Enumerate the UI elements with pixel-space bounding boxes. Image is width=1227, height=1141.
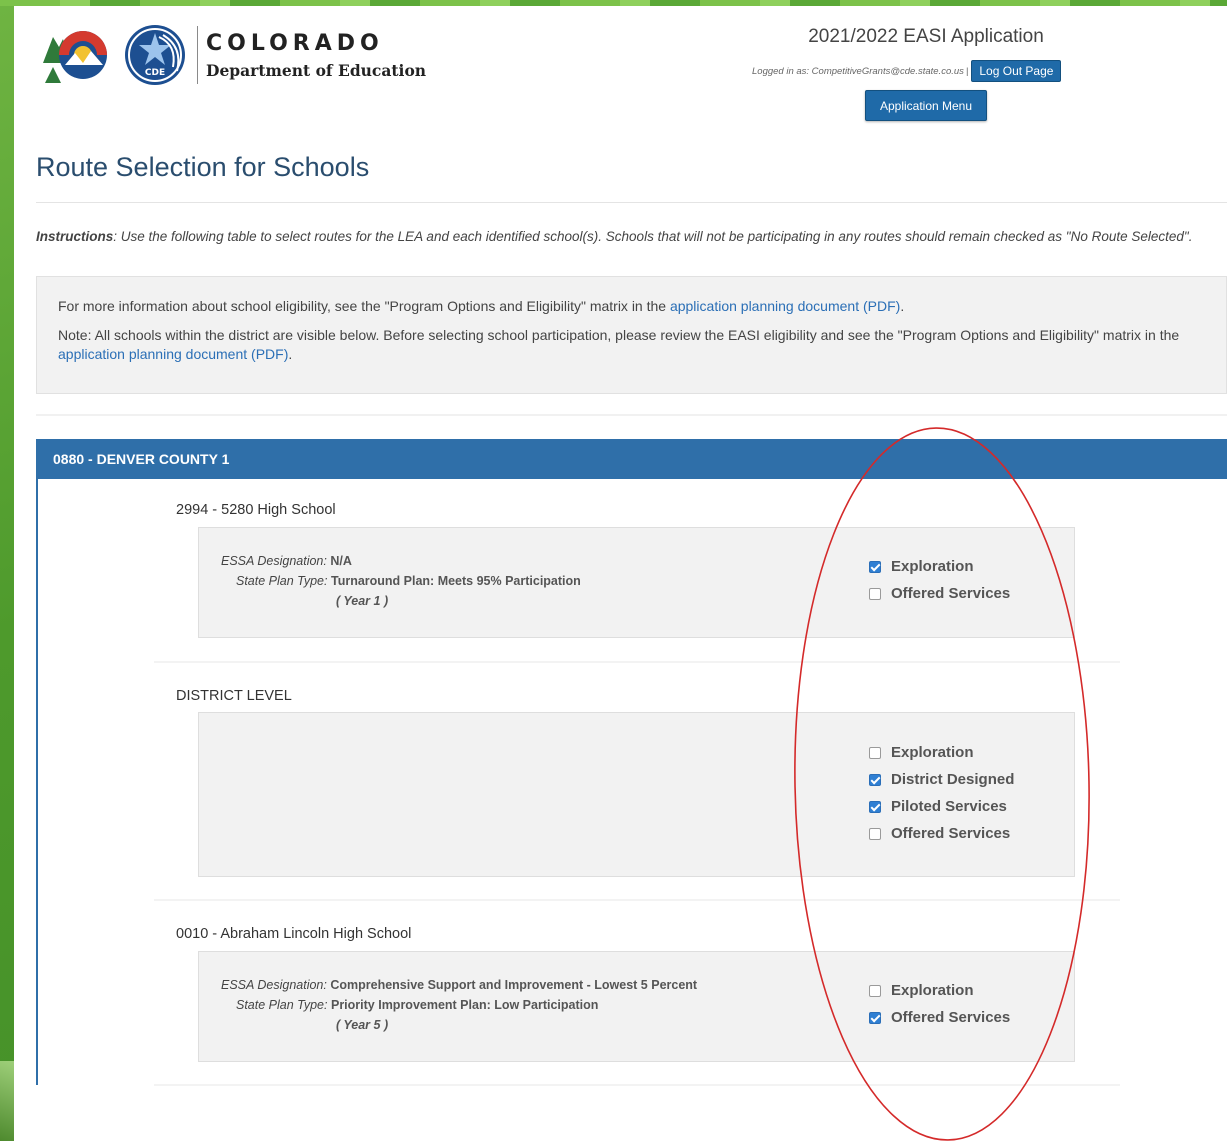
- route-offered-services[interactable]: Offered Services: [869, 820, 1014, 847]
- page-title: Route Selection for Schools: [36, 152, 370, 182]
- plan-value: Turnaround Plan: Meets 95% Participation: [330, 574, 581, 588]
- school-box: Exploration District Designed Piloted Se…: [198, 712, 1075, 877]
- piloted-services-checkbox[interactable]: [869, 800, 881, 813]
- info-line1-text: For more information about school eligib…: [58, 298, 670, 314]
- row-divider: [154, 1084, 1120, 1086]
- exploration-checkbox[interactable]: [869, 984, 881, 997]
- info-box: For more information about school eligib…: [36, 276, 1227, 394]
- offered-services-checkbox[interactable]: [869, 827, 881, 840]
- brand-text: COLORADO Department of Education: [206, 31, 426, 80]
- info-line2-end: .: [288, 346, 293, 362]
- logo-divider: [197, 26, 198, 84]
- instructions-body: : Use the following table to select rout…: [113, 229, 1193, 244]
- info-line-note: Note: All schools within the district ar…: [58, 326, 1206, 364]
- route-options: Exploration District Designed Piloted Se…: [869, 739, 1014, 847]
- school-name: 2994 - 5280 High School: [176, 502, 336, 518]
- login-status: Logged in as: CompetitiveGrants@cde.stat…: [752, 60, 1062, 82]
- cde-seal-icon: CDE: [125, 25, 185, 85]
- school-name: DISTRICT LEVEL: [176, 688, 292, 704]
- logout-button[interactable]: Log Out Page: [971, 60, 1062, 82]
- route-offered-services[interactable]: Offered Services: [869, 1004, 1010, 1031]
- row-divider: [154, 661, 1120, 663]
- essa-value: Comprehensive Support and Improvement - …: [330, 978, 698, 992]
- planning-document-link-2[interactable]: application planning document (PDF): [58, 346, 288, 362]
- plan-label: State Plan Type:: [236, 574, 328, 588]
- info-line1-end: .: [900, 298, 905, 314]
- route-label: Exploration: [891, 558, 974, 575]
- info-line2-text: Note: All schools within the district ar…: [58, 327, 1180, 343]
- application-title: 2021/2022 EASI Application: [808, 26, 1044, 47]
- route-options: Exploration Offered Services: [869, 977, 1010, 1031]
- route-exploration[interactable]: Exploration: [869, 739, 1014, 766]
- essa-label: ESSA Designation:: [221, 554, 327, 568]
- brand-subtitle: Department of Education: [206, 60, 427, 80]
- plan-year: ( Year 5 ): [336, 1018, 389, 1032]
- plan-value: Priority Improvement Plan: Low Participa…: [330, 998, 599, 1012]
- route-options: Exploration Offered Services: [869, 553, 1010, 607]
- login-separator: |: [965, 65, 969, 77]
- district-designed-checkbox[interactable]: [869, 773, 881, 786]
- route-label: Exploration: [891, 982, 974, 999]
- route-district-designed[interactable]: District Designed: [869, 766, 1014, 793]
- instructions-label: Instructions: [36, 229, 114, 244]
- row-divider: [154, 899, 1120, 901]
- instructions-text: Instructions: Use the following table to…: [36, 227, 1206, 246]
- school-designation: ESSA Designation: Comprehensive Support …: [221, 975, 697, 1035]
- logged-in-text: Logged in as: CompetitiveGrants@cde.stat…: [752, 65, 964, 77]
- school-box: ESSA Designation: Comprehensive Support …: [198, 951, 1075, 1062]
- school-name: 0010 - Abraham Lincoln High School: [176, 926, 412, 942]
- plan-year: ( Year 1 ): [336, 594, 389, 608]
- lea-header: 0880 - DENVER COUNTY 1: [36, 439, 1227, 479]
- essa-label: ESSA Designation:: [221, 978, 327, 992]
- application-page: CDE COLORADO Department of Education 202…: [14, 6, 1227, 1141]
- route-label: District Designed: [891, 771, 1015, 788]
- route-label: Exploration: [891, 744, 974, 761]
- section-divider: [36, 414, 1227, 416]
- offered-services-checkbox[interactable]: [869, 587, 881, 600]
- route-offered-services[interactable]: Offered Services: [869, 580, 1010, 607]
- route-label: Offered Services: [891, 585, 1011, 602]
- brand-name: COLORADO: [206, 30, 384, 56]
- school-box: ESSA Designation: N/A State Plan Type: T…: [198, 527, 1075, 638]
- route-label: Offered Services: [891, 825, 1011, 842]
- essa-value: N/A: [330, 554, 352, 568]
- title-divider: [36, 202, 1227, 203]
- cde-badge-text: CDE: [145, 68, 165, 78]
- planning-document-link-1[interactable]: application planning document (PDF): [670, 298, 900, 314]
- application-menu-button[interactable]: Application Menu: [865, 90, 987, 121]
- plan-label: State Plan Type:: [236, 998, 328, 1012]
- exploration-checkbox[interactable]: [869, 746, 881, 759]
- school-designation: ESSA Designation: N/A State Plan Type: T…: [221, 551, 581, 611]
- cde-logo-group[interactable]: CDE COLORADO Department of Education: [39, 20, 426, 90]
- route-exploration[interactable]: Exploration: [869, 977, 1010, 1004]
- route-piloted-services[interactable]: Piloted Services: [869, 793, 1014, 820]
- exploration-checkbox[interactable]: [869, 560, 881, 573]
- colorado-logo-icon: [39, 23, 121, 87]
- offered-services-checkbox[interactable]: [869, 1011, 881, 1024]
- route-label: Offered Services: [891, 1009, 1011, 1026]
- route-exploration[interactable]: Exploration: [869, 553, 1010, 580]
- route-label: Piloted Services: [891, 798, 1007, 815]
- lea-panel: 0880 - DENVER COUNTY 1 2994 - 5280 High …: [36, 439, 1227, 1086]
- info-line-eligibility: For more information about school eligib…: [58, 297, 1206, 316]
